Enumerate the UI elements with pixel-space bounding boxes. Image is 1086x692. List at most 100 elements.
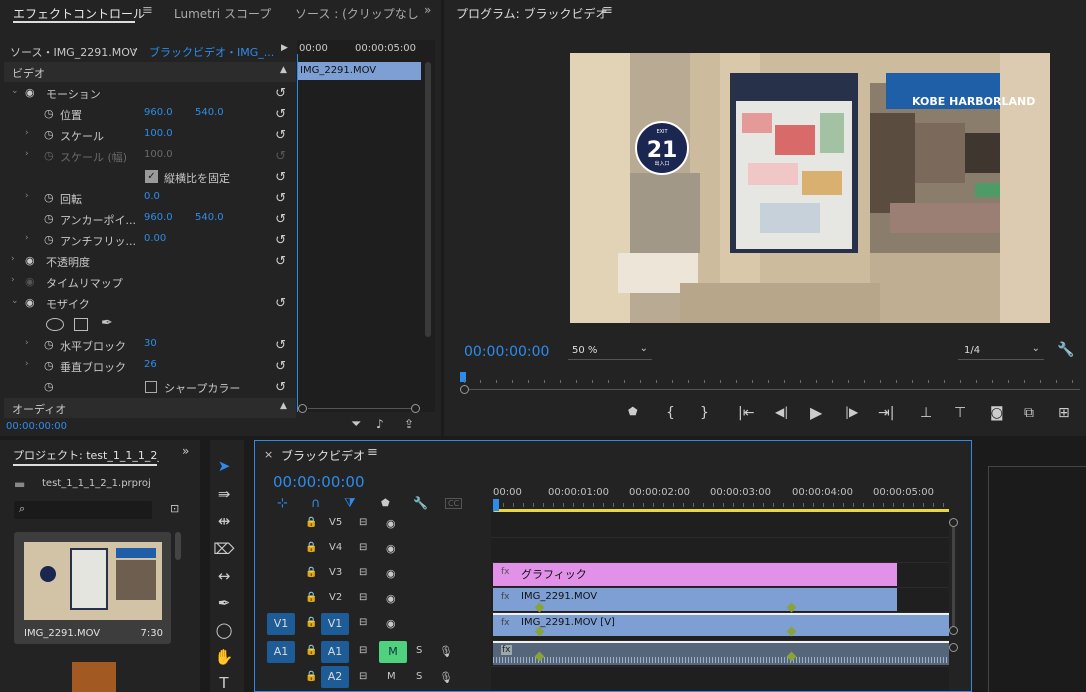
- collapse-up-icon[interactable]: ▲: [280, 401, 287, 411]
- microphone-icon[interactable]: 🎙: [439, 645, 453, 658]
- extract-icon[interactable]: ⊤: [954, 405, 966, 421]
- sequence-clip-dropdown[interactable]: ブラックビデオ・IMG_...: [149, 44, 274, 60]
- row-time-remap[interactable]: › ◉ タイムリマップ: [4, 272, 296, 292]
- row-rotation[interactable]: › ◷ 回転 0.0 ↺: [4, 188, 296, 208]
- track-v5[interactable]: 🔒 V5 ⊟ ◉: [255, 512, 490, 537]
- clip-area[interactable]: fx グラフィック fx IMG_2291.MOV fx IMG_2291.MO…: [491, 512, 949, 691]
- lock-icon[interactable]: 🔒: [305, 592, 317, 603]
- effect-clip-bar[interactable]: IMG_2291.MOV: [298, 62, 421, 80]
- close-icon[interactable]: ×: [264, 448, 273, 461]
- row-opacity[interactable]: › ◉ 不透明度 ↺: [4, 251, 296, 271]
- sync-lock-icon[interactable]: ⊟: [359, 542, 367, 553]
- sync-lock-icon[interactable]: ⊟: [359, 671, 367, 682]
- row-v-blocks[interactable]: › ◷ 垂直ブロック 26 ↺: [4, 356, 296, 376]
- solo-button[interactable]: S: [416, 671, 422, 682]
- keyframe-marker[interactable]: [786, 602, 797, 613]
- source-patch-a1[interactable]: A1: [267, 641, 295, 663]
- lock-icon[interactable]: 🔒: [305, 517, 317, 528]
- row-anchor[interactable]: ◷ アンカーポイ... 960.0 540.0 ↺: [4, 209, 296, 229]
- sync-lock-icon[interactable]: ⊟: [359, 592, 367, 603]
- position-y-value[interactable]: 540.0: [195, 107, 224, 118]
- panel-menu-icon[interactable]: ≡: [142, 3, 153, 18]
- antiflicker-value[interactable]: 0.00: [144, 233, 166, 244]
- linked-selection-icon[interactable]: ⧩: [344, 496, 356, 511]
- row-uniform-scale[interactable]: ✓ 縦横比を固定 ↺: [4, 167, 296, 187]
- mute-button[interactable]: M: [387, 671, 396, 682]
- reset-icon[interactable]: ↺: [275, 254, 286, 269]
- fx-badge-icon[interactable]: fx: [501, 567, 510, 577]
- sync-lock-icon[interactable]: ⊟: [359, 645, 367, 656]
- sync-lock-icon[interactable]: ⊟: [359, 517, 367, 528]
- row-h-blocks[interactable]: › ◷ 水平ブロック 30 ↺: [4, 335, 296, 355]
- uniform-scale-checkbox[interactable]: ✓: [145, 170, 158, 183]
- tab-effect-controls[interactable]: エフェクトコントロール: [13, 5, 145, 22]
- mute-button[interactable]: M: [379, 641, 407, 663]
- reset-icon[interactable]: ↺: [275, 338, 286, 353]
- keyframe-marker[interactable]: [786, 626, 797, 637]
- program-timecode[interactable]: 00:00:00:00: [464, 344, 549, 360]
- scroll-mid-handle[interactable]: [949, 626, 958, 635]
- track-v4[interactable]: 🔒 V4 ⊟ ◉: [255, 537, 490, 562]
- reset-icon[interactable]: ↺: [275, 212, 286, 227]
- chevron-right-icon[interactable]: ›: [25, 191, 29, 201]
- lock-icon[interactable]: 🔒: [305, 645, 317, 656]
- stopwatch-icon[interactable]: ◷: [44, 359, 54, 372]
- play-audio-icon[interactable]: ♪: [376, 417, 384, 431]
- slip-tool-icon[interactable]: ↔: [210, 567, 238, 585]
- play-icon[interactable]: ▶: [810, 403, 822, 422]
- microphone-icon[interactable]: 🎙: [439, 671, 453, 684]
- effect-zoom-bar[interactable]: [298, 404, 420, 414]
- stopwatch-icon[interactable]: ◷: [44, 107, 54, 120]
- video-frame[interactable]: EXIT 21 出入口 KOBE HARBORLAND: [570, 53, 1050, 323]
- v-blocks-value[interactable]: 26: [144, 359, 157, 370]
- program-title[interactable]: プログラム: ブラックビデオ: [456, 5, 608, 22]
- panel-menu-icon[interactable]: ≡: [602, 3, 613, 18]
- new-bin-icon[interactable]: ⊡: [170, 502, 179, 515]
- reset-icon[interactable]: ↺: [275, 107, 286, 122]
- chevron-down-icon[interactable]: ⌄: [131, 43, 139, 54]
- ellipse-tool-icon[interactable]: ◯: [210, 621, 238, 639]
- eye-icon[interactable]: ◉: [386, 567, 396, 580]
- lock-icon[interactable]: 🔒: [305, 671, 317, 682]
- eye-icon[interactable]: ◉: [386, 592, 396, 605]
- zoom-left-handle[interactable]: [298, 404, 307, 413]
- scroll-top-handle[interactable]: [949, 518, 958, 527]
- step-forward-icon[interactable]: |▶: [845, 405, 858, 419]
- ripple-edit-tool-icon[interactable]: ⇹: [210, 512, 238, 530]
- add-marker-icon[interactable]: ⬟: [628, 405, 638, 418]
- timeline-title[interactable]: ブラックビデオ: [281, 447, 365, 464]
- timeline-ruler[interactable]: 00:00 00:00:01:00 00:00:02:00 00:00:03:0…: [493, 471, 963, 513]
- row-antiflicker[interactable]: › ◷ アンチフリッ... 0.00 ↺: [4, 230, 296, 250]
- stopwatch-icon[interactable]: ◷: [44, 128, 54, 141]
- row-mosaic[interactable]: ⌄ ◉ モザイク ↺: [4, 293, 296, 313]
- anchor-y-value[interactable]: 540.0: [195, 212, 224, 223]
- panel-overflow-icon[interactable]: »: [424, 3, 431, 17]
- step-back-icon[interactable]: ◀|: [775, 405, 788, 419]
- scrubber-start-handle[interactable]: [460, 385, 469, 394]
- eye-icon[interactable]: ◉: [25, 86, 35, 99]
- sync-lock-icon[interactable]: ⊟: [359, 617, 367, 628]
- chevron-down-icon[interactable]: ⌄: [11, 296, 19, 306]
- lift-icon[interactable]: ⊥: [920, 405, 932, 421]
- graphic-clip[interactable]: fx グラフィック: [493, 563, 897, 586]
- track-v2[interactable]: 🔒 V2 ⊟ ◉: [255, 587, 490, 612]
- h-blocks-value[interactable]: 30: [144, 338, 157, 349]
- track-target-a2[interactable]: A2: [321, 666, 349, 688]
- track-target-a1[interactable]: A1: [321, 641, 349, 663]
- project-scrollbar[interactable]: [175, 532, 181, 560]
- fx-badge-icon[interactable]: fx: [501, 592, 510, 602]
- stopwatch-icon[interactable]: ◷: [44, 212, 54, 225]
- track-a1[interactable]: A1 🔒 A1 ⊟ M S 🎙: [255, 640, 490, 665]
- multi-view-icon[interactable]: ⊞: [1058, 405, 1070, 421]
- scale-value[interactable]: 100.0: [144, 128, 173, 139]
- lock-icon[interactable]: 🔒: [305, 567, 317, 578]
- sync-lock-icon[interactable]: ⊟: [359, 567, 367, 578]
- mark-out-icon[interactable]: }: [700, 405, 709, 421]
- a1-clip[interactable]: fx: [493, 641, 949, 665]
- stopwatch-icon[interactable]: ◷: [44, 338, 54, 351]
- effect-timecode[interactable]: 00:00:00:00: [6, 421, 67, 432]
- chevron-right-icon[interactable]: ›: [25, 233, 29, 243]
- filter-icon[interactable]: ⏷: [351, 417, 361, 432]
- wrench-icon[interactable]: 🔧: [1057, 342, 1074, 358]
- reset-icon[interactable]: ↺: [275, 86, 286, 101]
